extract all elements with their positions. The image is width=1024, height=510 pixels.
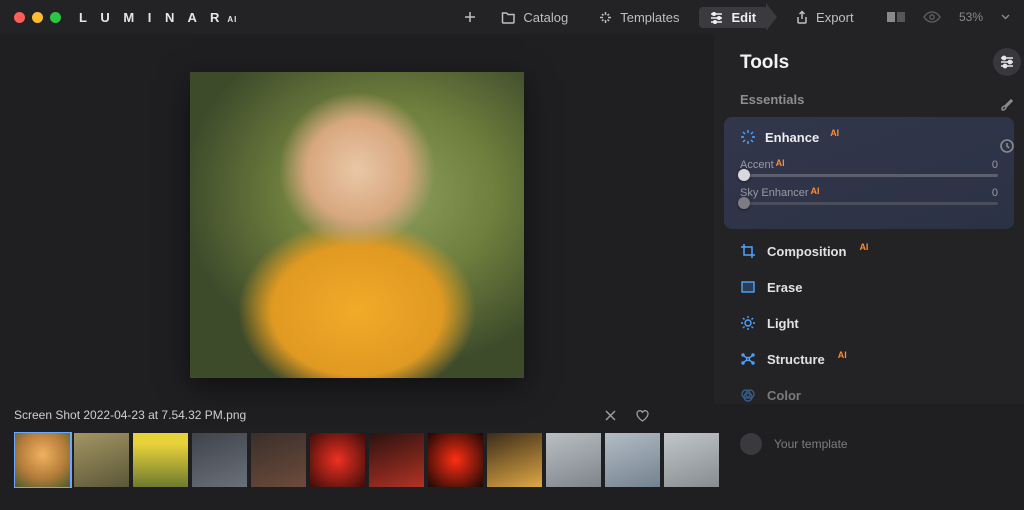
brand-suffix: AI bbox=[227, 15, 237, 24]
light-icon bbox=[740, 315, 756, 331]
reject-icon[interactable] bbox=[604, 409, 617, 422]
nav-catalog-label: Catalog bbox=[523, 10, 568, 25]
filmstrip-thumb[interactable] bbox=[604, 432, 661, 488]
canvas bbox=[0, 34, 714, 404]
ai-badge: AI bbox=[830, 128, 839, 138]
tool-structure[interactable]: Structure AI bbox=[714, 341, 1024, 377]
tool-composition[interactable]: Composition AI bbox=[714, 233, 1024, 269]
category-essentials: Essentials bbox=[714, 92, 1024, 117]
panel-side-buttons bbox=[990, 48, 1024, 160]
structure-label: Structure bbox=[767, 352, 825, 367]
nav-edit-label: Edit bbox=[731, 10, 756, 25]
ai-badge: AI bbox=[810, 186, 819, 196]
plus-icon bbox=[463, 10, 477, 24]
slider-sky: Sky EnhancerAI 0 bbox=[740, 187, 998, 205]
template-thumb bbox=[740, 433, 762, 455]
filmstrip-thumb[interactable] bbox=[427, 432, 484, 488]
nav-export[interactable]: Export bbox=[785, 7, 866, 28]
sliders-icon bbox=[709, 11, 724, 24]
tool-enhance-card[interactable]: Enhance AI AccentAI 0 Sky EnhancerAI 0 bbox=[724, 117, 1014, 229]
template-hint-label: Your template bbox=[774, 437, 848, 451]
ai-badge: AI bbox=[776, 158, 785, 168]
color-label: Color bbox=[767, 388, 801, 403]
filename: Screen Shot 2022-04-23 at 7.54.32 PM.png bbox=[14, 408, 246, 422]
nav-templates-label: Templates bbox=[620, 10, 679, 25]
history-button[interactable] bbox=[993, 132, 1021, 160]
nav-catalog[interactable]: Catalog bbox=[491, 7, 580, 28]
sky-slider[interactable] bbox=[740, 202, 998, 205]
maximize-window[interactable] bbox=[50, 12, 61, 23]
sparkle-icon bbox=[598, 10, 613, 25]
tool-enhance-header: Enhance AI bbox=[740, 129, 998, 145]
sky-thumb[interactable] bbox=[738, 197, 750, 209]
nav-edit[interactable]: Edit bbox=[699, 7, 768, 28]
nav-export-label: Export bbox=[816, 10, 854, 25]
zoom-level[interactable]: 53% bbox=[959, 10, 983, 24]
filmstrip-thumb[interactable] bbox=[368, 432, 425, 488]
folder-icon bbox=[501, 11, 516, 24]
erase-label: Erase bbox=[767, 280, 802, 295]
eye-icon[interactable] bbox=[923, 11, 941, 23]
brand-name: L U M I N A R bbox=[79, 10, 224, 25]
filmstrip-thumb[interactable] bbox=[250, 432, 307, 488]
template-hint-row[interactable]: Your template bbox=[714, 413, 1024, 455]
tools-panel: Tools Essentials Enhance AI AccentAI 0 S… bbox=[714, 34, 1024, 404]
filmstrip-thumb[interactable] bbox=[73, 432, 130, 488]
filmstrip-thumb[interactable] bbox=[545, 432, 602, 488]
nav-templates[interactable]: Templates bbox=[588, 7, 691, 28]
nav-edit-wrap: Edit bbox=[699, 3, 777, 31]
tools-title: Tools bbox=[714, 52, 1024, 74]
filmstrip-thumb[interactable] bbox=[14, 432, 71, 488]
slider-accent: AccentAI 0 bbox=[740, 159, 998, 177]
window-controls bbox=[14, 12, 61, 23]
compare-toggle[interactable] bbox=[887, 12, 905, 22]
close-window[interactable] bbox=[14, 12, 25, 23]
topbar-right: 53% bbox=[887, 10, 1010, 24]
structure-icon bbox=[740, 351, 756, 367]
title-bar: L U M I N A R AI Catalog Templates Edit … bbox=[0, 0, 1024, 34]
filmstrip-thumb[interactable] bbox=[663, 432, 720, 488]
filmstrip-thumb[interactable] bbox=[486, 432, 543, 488]
filmstrip-thumb[interactable] bbox=[309, 432, 366, 488]
top-nav: Catalog Templates Edit Export bbox=[457, 3, 865, 31]
chevron-down-icon[interactable] bbox=[1001, 14, 1010, 20]
edit-arrow bbox=[766, 3, 777, 31]
accent-value: 0 bbox=[992, 159, 998, 171]
tool-enhance-label: Enhance bbox=[765, 130, 819, 145]
filmstrip-thumb[interactable] bbox=[191, 432, 248, 488]
light-label: Light bbox=[767, 316, 799, 331]
photo-preview[interactable] bbox=[190, 72, 524, 378]
enhance-icon bbox=[740, 129, 756, 145]
edit-tools-button[interactable] bbox=[993, 48, 1021, 76]
color-icon bbox=[740, 387, 756, 403]
sky-label: Sky Enhancer bbox=[740, 187, 808, 199]
tool-light[interactable]: Light bbox=[714, 305, 1024, 341]
sky-value: 0 bbox=[992, 187, 998, 199]
ai-badge: AI bbox=[838, 350, 847, 360]
composition-label: Composition bbox=[767, 244, 846, 259]
tool-color[interactable]: Color bbox=[714, 377, 1024, 413]
export-icon bbox=[795, 10, 809, 25]
crop-icon bbox=[740, 243, 756, 259]
minimize-window[interactable] bbox=[32, 12, 43, 23]
tool-erase[interactable]: Erase bbox=[714, 269, 1024, 305]
brush-button[interactable] bbox=[993, 90, 1021, 118]
app-brand: L U M I N A R AI bbox=[79, 10, 237, 25]
filmstrip-thumb[interactable] bbox=[132, 432, 189, 488]
main-area: Tools Essentials Enhance AI AccentAI 0 S… bbox=[0, 34, 1024, 404]
favorite-icon[interactable] bbox=[635, 409, 650, 422]
add-button[interactable] bbox=[457, 7, 483, 27]
accent-slider[interactable] bbox=[740, 174, 998, 177]
ai-badge: AI bbox=[859, 242, 868, 252]
erase-icon bbox=[740, 279, 756, 295]
accent-thumb[interactable] bbox=[738, 169, 750, 181]
